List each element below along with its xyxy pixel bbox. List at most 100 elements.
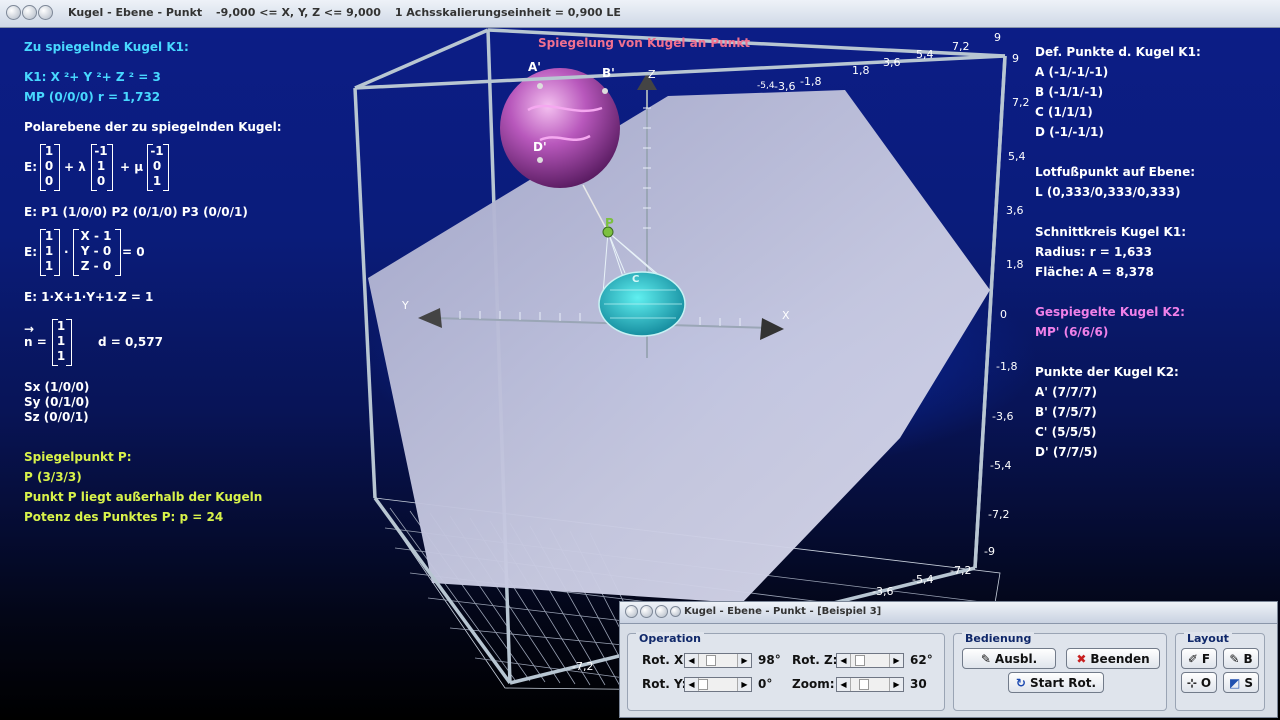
k1-heading: Zu spiegelnde Kugel K1:: [24, 40, 189, 54]
bracket: [107, 144, 113, 191]
bedienung-panel: Bedienung ✎ Ausbl. ✖ Beenden ↻ Start Rot…: [953, 632, 1167, 711]
x-axis-label: X: [782, 309, 790, 322]
label-c: C: [632, 274, 640, 285]
control-menu-button[interactable]: [625, 605, 638, 618]
tick-right: 3,6: [1006, 204, 1024, 217]
arrow-left-icon[interactable]: ◀: [685, 654, 699, 667]
control-close-button[interactable]: [670, 606, 681, 617]
beenden-label: Beenden: [1090, 651, 1150, 666]
mu-label: + μ: [120, 160, 144, 174]
lambda-label: + λ: [64, 160, 86, 174]
window-titlebar: Kugel - Ebene - Punkt -9,000 <= X, Y, Z …: [0, 0, 1280, 28]
zoom-value: 30: [910, 677, 927, 691]
tick-top: 7,2: [952, 40, 970, 53]
layout-b-button[interactable]: ✎ B: [1223, 648, 1259, 669]
beenden-button[interactable]: ✖ Beenden: [1066, 648, 1160, 669]
arrow-left-icon[interactable]: ◀: [837, 654, 851, 667]
def-point-b: B (-1/1/-1): [1035, 85, 1104, 99]
start-rot-label: Start Rot.: [1029, 675, 1097, 690]
intercept-sy: Sy (0/1/0): [24, 395, 90, 409]
def-point-d: D (-1/-1/1): [1035, 125, 1104, 139]
label-d-prime: D': [533, 140, 547, 154]
range-info: -9,000 <= X, Y, Z <= 9,000: [216, 6, 381, 19]
tick-right: 0: [1000, 308, 1007, 321]
layout-s-label: S: [1244, 675, 1253, 690]
def-heading: Def. Punkte d. Kugel K1:: [1035, 45, 1201, 59]
tick-right: -7,2: [988, 508, 1010, 521]
k2-heading: Gespiegelte Kugel K2:: [1035, 305, 1185, 319]
operation-title: Operation: [636, 632, 704, 645]
bracket: [54, 229, 60, 276]
layout-panel: Layout ✐ F ✎ B ⊹ O ◩ S: [1175, 632, 1265, 711]
hide-icon: ✎: [980, 651, 991, 666]
window-title-text: Kugel - Ebene - Punkt -9,000 <= X, Y, Z …: [68, 6, 631, 19]
tick-top: 5,4: [916, 48, 934, 61]
rot-x-slider[interactable]: ◀ ▶: [684, 653, 752, 668]
arrow-right-icon[interactable]: ▶: [737, 678, 751, 691]
start-rot-button[interactable]: ↻ Start Rot.: [1008, 672, 1104, 693]
tick-top: 3,6: [883, 56, 901, 69]
arrow-right-icon[interactable]: ▶: [889, 678, 903, 691]
polar-heading: Polarebene der zu spiegelnden Kugel:: [24, 120, 282, 134]
param-vector-1: -1 1 0: [94, 144, 108, 188]
arrow-right-icon[interactable]: ▶: [737, 654, 751, 667]
tick-right: 1,8: [1006, 258, 1024, 271]
bracket: [54, 144, 60, 191]
bucket-icon: ◩: [1229, 675, 1241, 690]
vector-arrow: →: [24, 322, 35, 336]
k2-point-a: A' (7/7/7): [1035, 385, 1097, 399]
layout-f-button[interactable]: ✐ F: [1181, 648, 1217, 669]
point-power: Potenz des Punktes P: p = 24: [24, 510, 224, 524]
y-axis-label: Y: [402, 299, 409, 312]
layout-o-label: O: [1200, 675, 1212, 690]
ausbl-label: Ausbl.: [994, 651, 1038, 666]
tick-bottom: -5,4: [912, 573, 934, 586]
foot-heading: Lotfußpunkt auf Ebene:: [1035, 165, 1196, 179]
control-minimize-button[interactable]: [640, 605, 653, 618]
intercept-sx: Sx (1/0/0): [24, 380, 90, 394]
intercept-sz: Sz (0/0/1): [24, 410, 89, 424]
tick-top: 9: [994, 31, 1001, 44]
tick-right: 5,4: [1008, 150, 1026, 163]
arrow-right-icon[interactable]: ▶: [889, 654, 903, 667]
slider-thumb[interactable]: [698, 679, 708, 690]
k2-points-heading: Punkte der Kugel K2:: [1035, 365, 1179, 379]
rot-y-slider[interactable]: ◀ ▶: [684, 677, 752, 692]
arrow-left-icon[interactable]: ◀: [837, 678, 851, 691]
zoom-slider[interactable]: ◀ ▶: [836, 677, 904, 692]
mirror-point: P (3/3/3): [24, 470, 82, 484]
tick-right: -1,8: [996, 360, 1018, 373]
tick-top: -3,6: [774, 80, 796, 93]
k2-point-d: D' (7/7/5): [1035, 445, 1098, 459]
zoom-label: Zoom:: [792, 677, 835, 691]
maximize-button[interactable]: [38, 5, 53, 20]
dot-operator: ·: [64, 245, 69, 259]
arrow-left-icon[interactable]: ◀: [685, 678, 699, 691]
rot-z-slider[interactable]: ◀ ▶: [836, 653, 904, 668]
tick-top: -1,8: [800, 75, 822, 88]
ausbl-button[interactable]: ✎ Ausbl.: [962, 648, 1056, 669]
slider-thumb[interactable]: [859, 679, 869, 690]
label-a-prime: A': [528, 60, 541, 74]
brush-icon: ✐: [1187, 651, 1198, 666]
k1-center: MP (0/0/0) r = 1,732: [24, 90, 161, 104]
layout-s-button[interactable]: ◩ S: [1223, 672, 1259, 693]
tick-right: 7,2: [1012, 96, 1030, 109]
paint-icon: ✎: [1229, 651, 1240, 666]
rot-z-value: 62°: [910, 653, 933, 667]
control-maximize-button[interactable]: [655, 605, 668, 618]
minimize-button[interactable]: [22, 5, 37, 20]
bracket: [163, 144, 169, 191]
plane-points-line: E: P1 (1/0/0) P2 (0/1/0) P3 (0/0/1): [24, 205, 248, 219]
slider-thumb[interactable]: [855, 655, 865, 666]
layout-title: Layout: [1184, 632, 1232, 645]
rotate-icon: ↻: [1015, 675, 1026, 690]
window-menu-button[interactable]: [6, 5, 21, 20]
tick-right: 9: [1012, 52, 1019, 65]
circle-radius: Radius: r = 1,633: [1035, 245, 1152, 259]
bedienung-title: Bedienung: [962, 632, 1035, 645]
label-p: P: [605, 216, 614, 230]
layout-o-button[interactable]: ⊹ O: [1181, 672, 1217, 693]
slider-thumb[interactable]: [706, 655, 716, 666]
def-point-a: A (-1/-1/-1): [1035, 65, 1109, 79]
